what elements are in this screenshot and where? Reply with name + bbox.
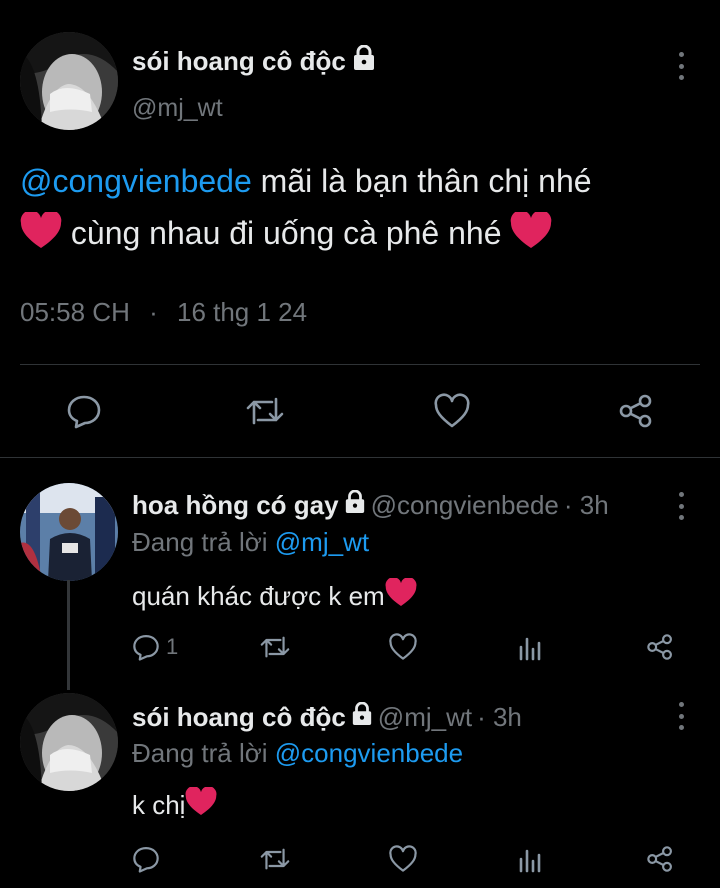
main-author-handle[interactable]: @mj_wt [132, 94, 223, 123]
tweet-text: @congvienbede mãi là bạn thân chị nhé cù… [20, 155, 710, 265]
main-author-avatar[interactable] [20, 32, 118, 130]
reply-author-row[interactable]: sói hoang cô độc @mj_wt · 3h [132, 701, 522, 733]
more-icon[interactable] [676, 492, 686, 520]
reply-time: · 3h [477, 702, 522, 732]
thread-line [67, 580, 70, 690]
replying-to-line: Đang trả lời @congvienbede [132, 738, 463, 769]
more-icon[interactable] [676, 702, 686, 730]
meta-separator: · [149, 297, 158, 327]
tweet-timestamp[interactable]: 05:58 CH · 16 thg 1 24 [20, 297, 307, 328]
tweet-text-part2: cùng nhau đi uống cà phê nhé [62, 215, 511, 251]
tweet-time: 05:58 CH [20, 297, 130, 327]
heart-emoji [20, 210, 62, 265]
more-icon[interactable] [676, 52, 686, 80]
lock-icon [344, 489, 366, 521]
share-icon[interactable] [618, 393, 654, 429]
reply-time: · 3h [563, 490, 609, 520]
main-tweet-actions [20, 385, 700, 435]
heart-emoji [385, 577, 417, 615]
retweet-icon[interactable] [245, 393, 285, 429]
reply-author-name: sói hoang cô độc [132, 702, 346, 732]
divider [20, 364, 700, 365]
views-icon[interactable] [518, 633, 544, 661]
views-icon[interactable] [518, 845, 544, 873]
tweet-mention-link[interactable]: @congvienbede [20, 163, 252, 199]
replying-label: Đang trả lời [132, 527, 275, 557]
like-icon[interactable] [433, 393, 471, 429]
reply-count: 1 [166, 634, 179, 659]
reply-icon[interactable] [132, 845, 166, 873]
reply-icon[interactable]: 1 [132, 633, 178, 661]
main-author-name[interactable]: sói hoang cô độc [132, 44, 376, 78]
heart-emoji [510, 210, 552, 265]
replying-to-link[interactable]: @congvienbede [275, 738, 463, 768]
lock-icon [351, 701, 373, 733]
reply-text-content: k chị [132, 790, 186, 820]
divider [0, 457, 720, 458]
like-icon[interactable] [388, 845, 418, 873]
replying-to-line: Đang trả lời @mj_wt [132, 527, 369, 558]
reply-author-handle: @congvienbede [370, 490, 559, 520]
author-name-text: sói hoang cô độc [132, 46, 346, 76]
heart-emoji [185, 786, 217, 824]
tweet-text-part1: mãi là bạn thân chị nhé [251, 163, 592, 199]
like-icon[interactable] [388, 633, 418, 661]
tweet-date: 16 thg 1 24 [176, 297, 308, 327]
reply-author-avatar[interactable] [20, 693, 118, 791]
share-icon[interactable] [646, 633, 674, 661]
replying-to-link[interactable]: @mj_wt [275, 527, 369, 557]
reply-author-row[interactable]: hoa hồng có gay @congvienbede · 3h [132, 489, 609, 521]
reply-author-handle: @mj_wt [377, 702, 473, 732]
retweet-icon[interactable] [259, 633, 291, 661]
reply-author-avatar[interactable] [20, 483, 118, 581]
lock-icon [352, 44, 376, 78]
reply-text-content: quán khác được k em [132, 581, 385, 611]
replying-label: Đang trả lời [132, 738, 275, 768]
reply-icon[interactable] [66, 393, 102, 429]
retweet-icon[interactable] [259, 845, 291, 873]
reply-text: quán khác được k em [132, 577, 417, 615]
share-icon[interactable] [646, 845, 674, 873]
reply-author-name: hoa hồng có gay [132, 490, 339, 520]
reply-text: k chị [132, 786, 217, 824]
